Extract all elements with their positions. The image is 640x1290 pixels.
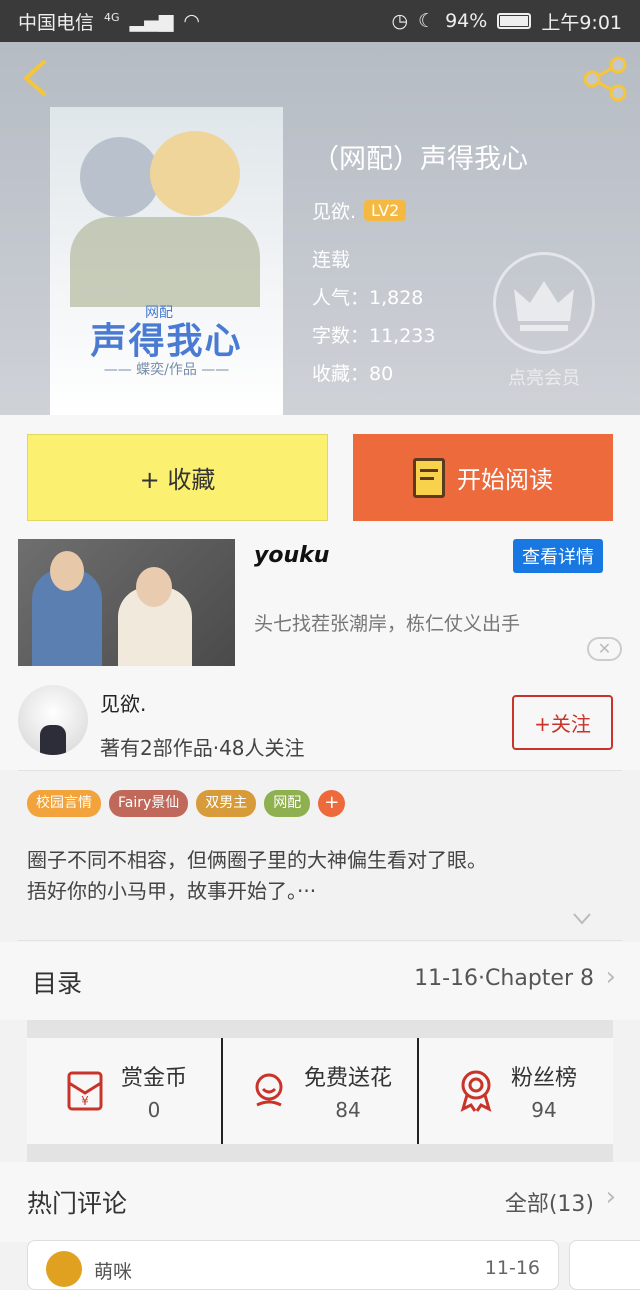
comment-card[interactable]: 萌咪 11-16 [27, 1240, 559, 1290]
follow-button[interactable]: +关注 [512, 695, 613, 750]
chevron-right-icon: › [605, 1182, 616, 1212]
description-line: 圈子不同不相容，但俩圈子里的大神偏生看对了眼。 [27, 848, 487, 872]
avatar [46, 1251, 82, 1287]
send-flower-button[interactable]: 免费送花 84 [221, 1038, 417, 1144]
comment-card[interactable] [569, 1240, 640, 1290]
add-tag-button[interactable]: + [318, 790, 346, 817]
network-label: 4G [104, 10, 120, 24]
fan-ranking-button[interactable]: 粉丝榜 94 [417, 1038, 613, 1144]
section-separator [27, 1144, 613, 1162]
section-separator [27, 1020, 613, 1038]
start-reading-label: 开始阅读 [457, 466, 553, 494]
comments-title: 热门评论 [27, 1189, 128, 1218]
chevron-down-icon[interactable] [572, 912, 592, 926]
avatar[interactable] [18, 685, 88, 755]
author-row: 见欲. LV2 [312, 197, 407, 224]
battery-icon [497, 13, 532, 29]
divider [18, 770, 622, 771]
all-comments-link[interactable]: 全部(13) [505, 1186, 594, 1218]
flower-icon [255, 1073, 283, 1107]
popularity: 人气：1,828 [312, 287, 424, 309]
favorite-button[interactable]: + 收藏 [27, 434, 328, 521]
medal-icon [460, 1070, 492, 1112]
back-icon[interactable] [16, 58, 56, 98]
favorite-label: + 收藏 [139, 466, 216, 494]
chevron-right-icon: › [605, 962, 616, 992]
stat-label: 粉丝榜 [510, 1066, 577, 1091]
stats-bar: ¥ 赏金币 0 免费送花 84 粉丝榜 94 [27, 1038, 613, 1144]
alarm-icon: ◷ [391, 10, 409, 32]
latest-chapter: 11-16·Chapter 8 [414, 966, 594, 991]
stat-label: 免费送花 [303, 1066, 392, 1091]
moon-icon: ☾ [418, 10, 436, 32]
book-icon [413, 457, 445, 498]
tag-list: 校园言情 Fairy景仙 双男主 网配 + [27, 790, 346, 817]
toc-label: 目录 [32, 969, 83, 998]
action-bar: + 收藏 开始阅读 [0, 415, 640, 535]
signal-icon: ▂▄▆ [129, 10, 174, 32]
cover-title: 声得我心 [90, 320, 243, 362]
ad-description: 头七找茬张潮岸，栋仁仗义出手 [254, 613, 521, 635]
ad-close-button[interactable]: ✕ [587, 637, 622, 661]
tag-item[interactable]: 双男主 [196, 790, 257, 817]
stat-label: 赏金币 [120, 1066, 187, 1091]
stat-value: 84 [335, 1098, 361, 1122]
tag-item[interactable]: 网配 [264, 790, 311, 817]
clock: 上午9:01 [541, 11, 622, 34]
carrier-label: 中国电信 [18, 11, 95, 34]
ad-image[interactable] [18, 539, 235, 666]
status-bar: 中国电信 4G ▂▄▆ ◠ ◷ ☾ 94% 上午9:01 [0, 0, 640, 42]
divider [18, 940, 622, 941]
wifi-icon: ◠ [183, 10, 200, 32]
stat-value: 0 [147, 1098, 161, 1122]
comment-date: 11-16 [484, 1257, 540, 1279]
crown-icon [514, 281, 574, 331]
favorite-count: 收藏：80 [312, 363, 394, 385]
svg-text:¥: ¥ [81, 1094, 89, 1108]
red-envelope-icon: ¥ [67, 1071, 103, 1111]
tag-item[interactable]: 校园言情 [27, 790, 101, 817]
battery-percent: 94% [445, 10, 488, 32]
book-title: （网配）声得我心 [312, 144, 528, 175]
description-line: 捂好你的小马甲，故事开始了。··· [27, 879, 317, 903]
tag-item[interactable]: Fairy景仙 [109, 790, 189, 817]
share-icon[interactable] [580, 56, 630, 102]
start-reading-button[interactable]: 开始阅读 [353, 434, 613, 521]
ad-brand: youku [254, 543, 330, 568]
word-count: 字数：11,233 [312, 325, 436, 347]
author-name[interactable]: 见欲. [312, 197, 356, 224]
author-card[interactable]: 见欲. 著有2部作品·48人关注 +关注 [0, 670, 640, 770]
vip-crown-button[interactable] [493, 252, 595, 354]
ad-banner[interactable]: youku 查看详情 头七找茬张潮岸，栋仁仗义出手 ✕ [0, 535, 640, 670]
book-hero: 网配 声得我心 —— 蝶奕/作品 —— （网配）声得我心 见欲. LV2 连载 … [0, 42, 640, 415]
stat-value: 94 [531, 1098, 557, 1122]
book-description[interactable]: 圈子不同不相容，但俩圈子里的大神偏生看对了眼。 捂好你的小马甲，故事开始了。··… [27, 845, 607, 907]
level-badge: LV2 [364, 200, 407, 221]
author-card-name: 见欲. [100, 692, 147, 716]
vip-label: 点亮会员 [508, 368, 580, 389]
cover-subtitle: —— 蝶奕/作品 —— [103, 362, 230, 378]
author-card-info: 著有2部作品·48人关注 [100, 736, 305, 760]
reward-coin-button[interactable]: ¥ 赏金币 0 [27, 1038, 221, 1144]
book-cover[interactable]: 网配 声得我心 —— 蝶奕/作品 —— [50, 107, 283, 415]
ad-detail-button[interactable]: 查看详情 [513, 539, 603, 573]
comments-header: 热门评论 全部(13) › [0, 1162, 640, 1242]
table-of-contents-row[interactable]: 目录 11-16·Chapter 8 › [0, 942, 640, 1020]
book-status: 连载 [312, 249, 351, 271]
